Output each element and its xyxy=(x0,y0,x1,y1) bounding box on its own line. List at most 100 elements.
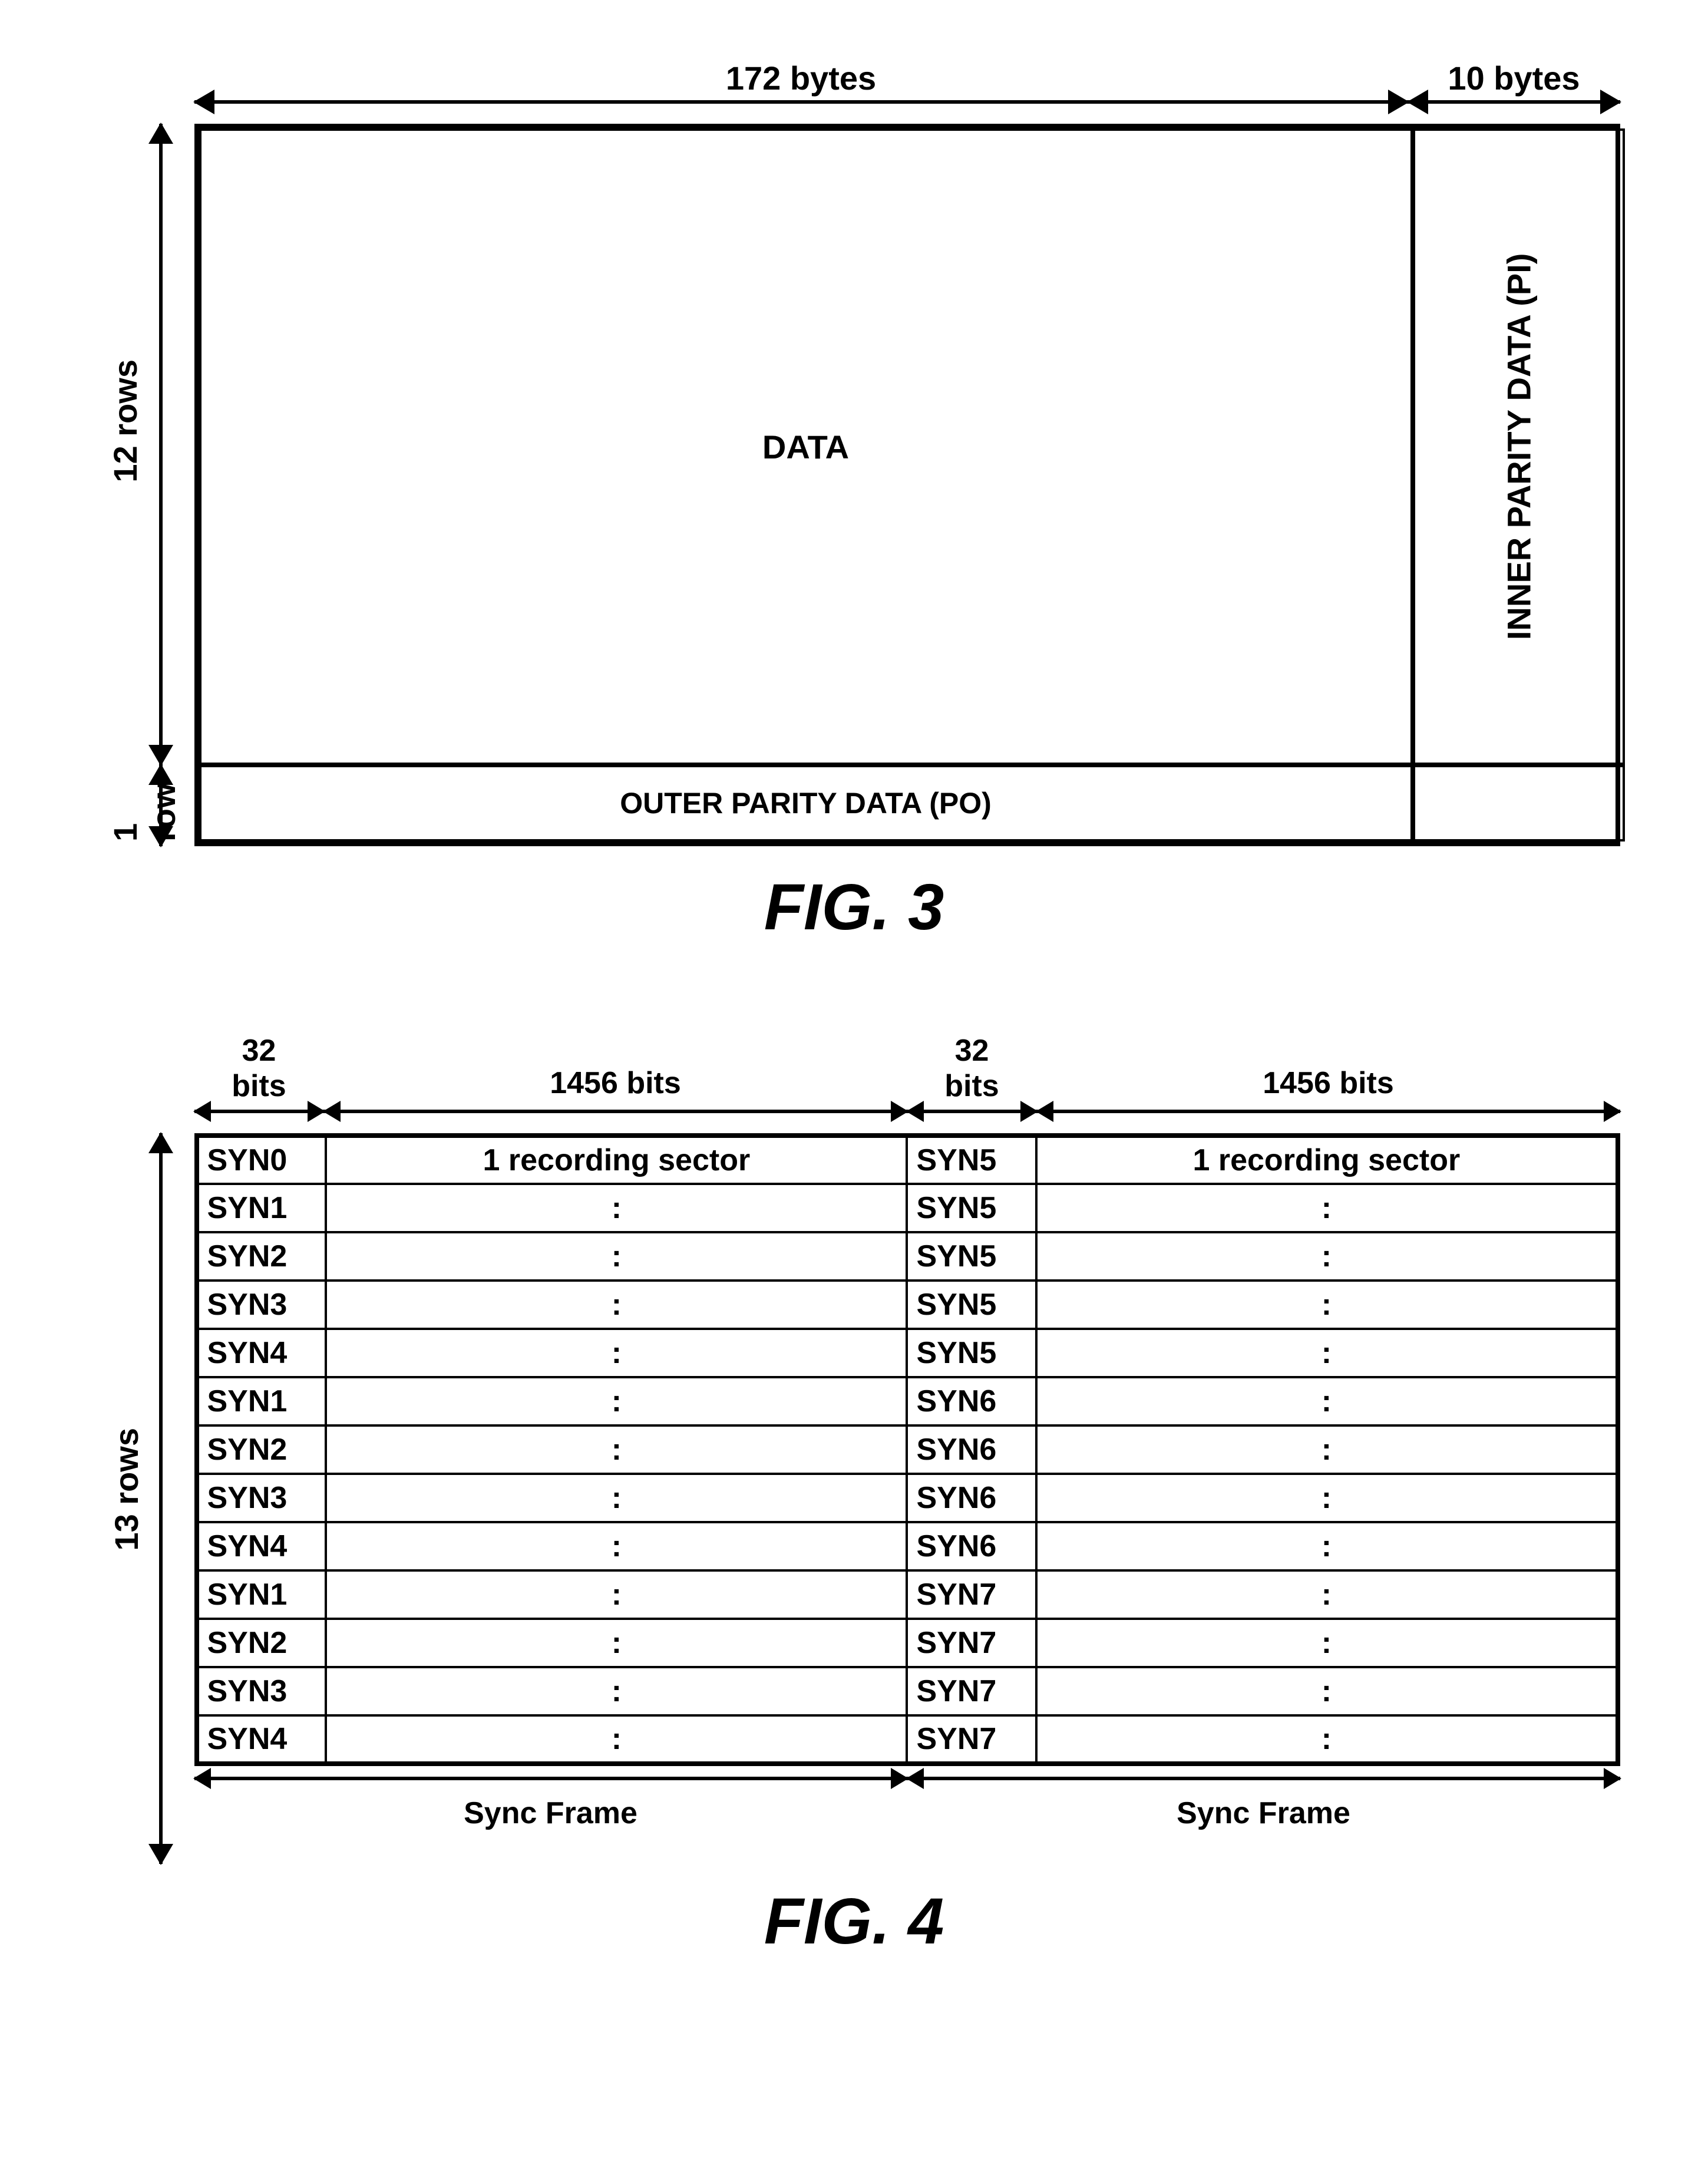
figure-3: 172 bytes 10 bytes 12 rows 1 row DATA IN… xyxy=(88,59,1620,945)
fig4-table: SYN01 recording sectorSYN51 recording se… xyxy=(194,1133,1620,1766)
data-cell-a: : xyxy=(326,1619,907,1667)
dim-label-data-bits-1: 1456 bits xyxy=(324,1065,907,1101)
data-cell-b: : xyxy=(1036,1570,1617,1619)
syn-cell-b: SYN5 xyxy=(907,1281,1036,1329)
dim-label-sync-frame-1: Sync Frame xyxy=(194,1796,907,1831)
data-cell-b: : xyxy=(1036,1667,1617,1715)
syn-cell-b: SYN7 xyxy=(907,1667,1036,1715)
dim-arrow-syn-2 xyxy=(907,1110,1037,1113)
fig3-left-dimensions: 12 rows 1 row xyxy=(94,124,189,842)
syn-cell-a: SYN0 xyxy=(197,1136,326,1184)
fig3-cell-pi: INNER PARITY DATA (PI) xyxy=(1413,128,1625,765)
syn-cell-a: SYN1 xyxy=(197,1377,326,1425)
data-cell-b: : xyxy=(1036,1474,1617,1522)
data-cell-b: : xyxy=(1036,1184,1617,1232)
data-cell-b: : xyxy=(1036,1522,1617,1570)
syn-cell-a: SYN2 xyxy=(197,1232,326,1281)
dim-label-syn-bits-1: 32 bits xyxy=(194,1033,324,1104)
table-row: SYN2:SYN6: xyxy=(197,1425,1618,1474)
data-cell-a: : xyxy=(326,1667,907,1715)
syn-cell-b: SYN6 xyxy=(907,1522,1036,1570)
dim-arrow-data-width xyxy=(194,100,1408,104)
dim-label-syn-bits-2: 32 bits xyxy=(907,1033,1037,1104)
data-cell-b: : xyxy=(1036,1232,1617,1281)
dim-arrow-data-1 xyxy=(324,1110,907,1113)
table-row: SYN4:SYN5: xyxy=(197,1329,1618,1377)
syn-cell-a: SYN4 xyxy=(197,1522,326,1570)
data-cell-b: : xyxy=(1036,1329,1617,1377)
dim-label-1-row: 1 row xyxy=(106,759,183,842)
dim-arrow-12-rows xyxy=(159,124,163,765)
fig4-left-dimensions: 13 rows xyxy=(100,1133,189,1840)
data-cell-a: : xyxy=(326,1570,907,1619)
dim-label-data-width: 172 bytes xyxy=(194,59,1408,97)
dim-label-sync-frame-2: Sync Frame xyxy=(907,1796,1620,1831)
fig4-caption: FIG. 4 xyxy=(88,1884,1620,1959)
data-cell-a: : xyxy=(326,1474,907,1522)
fig3-caption: FIG. 3 xyxy=(88,870,1620,945)
dim-label-pi-width: 10 bytes xyxy=(1408,59,1620,97)
syn-cell-b: SYN6 xyxy=(907,1474,1036,1522)
figure-4: 32 bits 1456 bits 32 bits 1456 bits 13 r… xyxy=(88,1033,1620,1959)
table-row: SYN3:SYN6: xyxy=(197,1474,1618,1522)
syn-cell-a: SYN3 xyxy=(197,1281,326,1329)
data-cell-a: 1 recording sector xyxy=(326,1136,907,1184)
syn-cell-a: SYN1 xyxy=(197,1184,326,1232)
table-row: SYN2:SYN5: xyxy=(197,1232,1618,1281)
syn-cell-a: SYN3 xyxy=(197,1474,326,1522)
syn-cell-b: SYN5 xyxy=(907,1329,1036,1377)
data-cell-a: : xyxy=(326,1184,907,1232)
table-row: SYN4:SYN6: xyxy=(197,1522,1618,1570)
table-row: SYN1:SYN5: xyxy=(197,1184,1618,1232)
data-cell-a: : xyxy=(326,1522,907,1570)
table-row: SYN1:SYN7: xyxy=(197,1570,1618,1619)
fig3-top-dimensions: 172 bytes 10 bytes xyxy=(194,59,1620,124)
fig3-diagram: 172 bytes 10 bytes 12 rows 1 row DATA IN… xyxy=(194,59,1620,846)
dim-label-12-rows: 12 rows xyxy=(106,359,144,483)
dim-arrow-sync-frame-2 xyxy=(907,1777,1620,1780)
data-cell-b: : xyxy=(1036,1715,1617,1764)
syn-cell-b: SYN7 xyxy=(907,1619,1036,1667)
data-cell-b: : xyxy=(1036,1377,1617,1425)
dim-arrow-sync-frame-1 xyxy=(194,1777,907,1780)
dim-label-data-bits-2: 1456 bits xyxy=(1037,1065,1620,1101)
table-row: SYN3:SYN5: xyxy=(197,1281,1618,1329)
data-cell-a: : xyxy=(326,1377,907,1425)
data-cell-b: 1 recording sector xyxy=(1036,1136,1617,1184)
table-row: SYN4:SYN7: xyxy=(197,1715,1618,1764)
syn-cell-a: SYN4 xyxy=(197,1329,326,1377)
syn-cell-b: SYN7 xyxy=(907,1570,1036,1619)
syn-cell-a: SYN2 xyxy=(197,1619,326,1667)
dim-arrow-pi-width xyxy=(1408,100,1620,104)
data-cell-b: : xyxy=(1036,1281,1617,1329)
data-cell-a: : xyxy=(326,1329,907,1377)
data-cell-a: : xyxy=(326,1715,907,1764)
data-cell-a: : xyxy=(326,1281,907,1329)
syn-cell-b: SYN6 xyxy=(907,1377,1036,1425)
dim-label-13-rows: 13 rows xyxy=(107,1428,146,1551)
fig3-cell-data: DATA xyxy=(199,128,1413,765)
table-row: SYN1:SYN6: xyxy=(197,1377,1618,1425)
fig4-tbody: SYN01 recording sectorSYN51 recording se… xyxy=(197,1136,1618,1764)
fig3-grid: DATA INNER PARITY DATA (PI) OUTER PARITY… xyxy=(194,124,1620,846)
table-row: SYN3:SYN7: xyxy=(197,1667,1618,1715)
fig3-cell-po: OUTER PARITY DATA (PO) xyxy=(199,765,1413,842)
dim-arrow-syn-1 xyxy=(194,1110,324,1113)
syn-cell-a: SYN1 xyxy=(197,1570,326,1619)
dim-arrow-data-2 xyxy=(1037,1110,1620,1113)
syn-cell-a: SYN3 xyxy=(197,1667,326,1715)
syn-cell-a: SYN4 xyxy=(197,1715,326,1764)
table-row: SYN01 recording sectorSYN51 recording se… xyxy=(197,1136,1618,1184)
data-cell-b: : xyxy=(1036,1425,1617,1474)
data-cell-a: : xyxy=(326,1425,907,1474)
syn-cell-a: SYN2 xyxy=(197,1425,326,1474)
syn-cell-b: SYN6 xyxy=(907,1425,1036,1474)
data-cell-a: : xyxy=(326,1232,907,1281)
fig4-diagram: 32 bits 1456 bits 32 bits 1456 bits 13 r… xyxy=(194,1033,1620,1860)
table-row: SYN2:SYN7: xyxy=(197,1619,1618,1667)
data-cell-b: : xyxy=(1036,1619,1617,1667)
fig4-top-dimensions: 32 bits 1456 bits 32 bits 1456 bits xyxy=(194,1033,1620,1133)
syn-cell-b: SYN7 xyxy=(907,1715,1036,1764)
syn-cell-b: SYN5 xyxy=(907,1232,1036,1281)
fig3-cell-bottom-right xyxy=(1413,765,1625,842)
